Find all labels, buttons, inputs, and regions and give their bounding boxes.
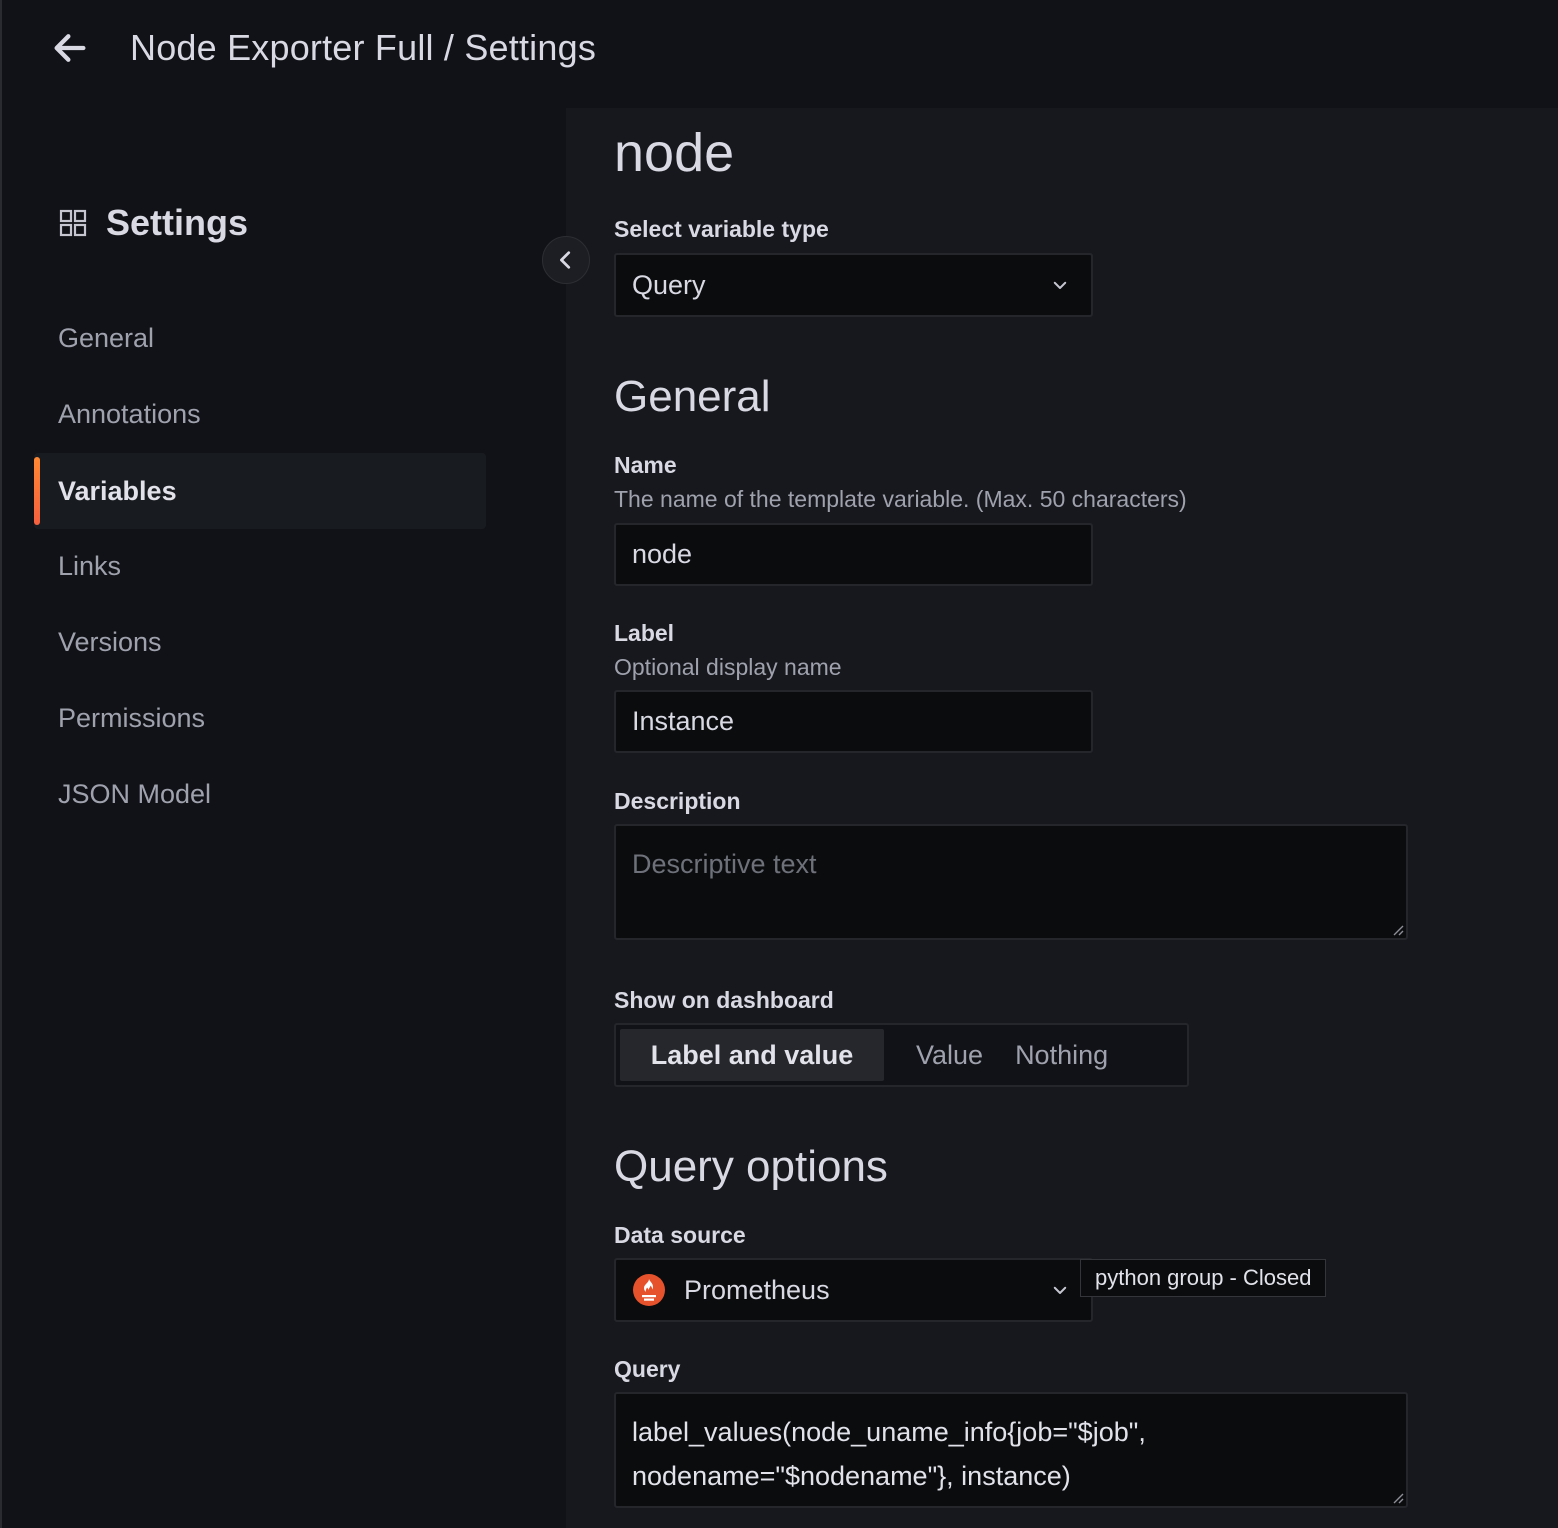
sidebar-item-label: General — [58, 322, 155, 353]
sidebar-heading: Settings — [58, 202, 248, 244]
description-label: Description — [614, 788, 741, 814]
data-source-label: Data source — [614, 1222, 746, 1248]
prometheus-icon — [633, 1274, 665, 1306]
general-section-title: General — [614, 372, 771, 421]
data-source-tooltip: python group - Closed — [1080, 1259, 1327, 1297]
name-label: Name — [614, 452, 677, 478]
variable-type-value: Query — [632, 269, 706, 300]
page-title: Node Exporter Full / Settings — [130, 27, 597, 68]
settings-sidebar: Settings General Annotations Variables L… — [2, 108, 566, 1528]
show-option-value[interactable]: Value — [884, 1029, 1015, 1081]
sidebar-item-general[interactable]: General — [34, 300, 486, 376]
show-on-dashboard-label: Show on dashboard — [614, 987, 834, 1013]
variable-editor: node Select variable type Query General … — [566, 108, 1558, 1528]
label-label: Label — [614, 620, 675, 646]
query-line-2: nodename="$nodename"}, instance) — [632, 1461, 1071, 1491]
resize-grip-icon[interactable] — [1390, 922, 1404, 936]
sidebar-item-variables[interactable]: Variables — [34, 453, 486, 529]
name-input[interactable]: node — [614, 523, 1093, 586]
description-textarea[interactable]: Descriptive text — [614, 824, 1408, 940]
resize-grip-icon[interactable] — [1390, 1490, 1404, 1504]
sidebar-item-label: Links — [58, 550, 122, 581]
back-button[interactable] — [46, 24, 94, 72]
variable-type-label: Select variable type — [614, 216, 829, 242]
sidebar-item-label: JSON Model — [58, 778, 212, 809]
sidebar-item-label: Versions — [58, 626, 162, 657]
chevron-down-icon — [1053, 1286, 1067, 1294]
query-line-1: label_values(node_uname_info{job="$job", — [632, 1417, 1146, 1447]
name-description: The name of the template variable. (Max.… — [614, 486, 1187, 512]
sidebar-item-label: Permissions — [58, 702, 206, 733]
show-on-dashboard-radio-group: Label and value Value Nothing — [614, 1023, 1189, 1087]
page-header: Node Exporter Full / Settings — [2, 0, 1558, 108]
data-source-value: Prometheus — [684, 1274, 830, 1305]
sidebar-item-annotations[interactable]: Annotations — [34, 376, 486, 452]
label-input[interactable]: Instance — [614, 690, 1093, 753]
data-source-select[interactable]: Prometheus — [614, 1258, 1093, 1322]
query-textarea[interactable]: label_values(node_uname_info{job="$job",… — [614, 1392, 1408, 1508]
show-option-nothing[interactable]: Nothing — [1015, 1029, 1140, 1081]
sidebar-item-label: Variables — [58, 475, 177, 506]
description-placeholder: Descriptive text — [632, 849, 817, 879]
name-input-value: node — [632, 539, 693, 569]
chevron-down-icon — [1053, 281, 1067, 289]
chevron-left-icon — [560, 251, 571, 269]
apps-grid-icon — [59, 209, 87, 237]
sidebar-item-label: Annotations — [58, 398, 201, 429]
sidebar-item-links[interactable]: Links — [34, 528, 486, 604]
query-label: Query — [614, 1356, 681, 1382]
sidebar-item-versions[interactable]: Versions — [34, 604, 486, 680]
arrow-left-icon — [54, 34, 86, 62]
label-description: Optional display name — [614, 654, 842, 680]
collapse-sidebar-button[interactable] — [542, 236, 590, 284]
sidebar-item-permissions[interactable]: Permissions — [34, 680, 486, 756]
query-options-section-title: Query options — [614, 1142, 888, 1191]
app-window: Node Exporter Full / Settings Settings G… — [0, 0, 1558, 1528]
variable-type-select[interactable]: Query — [614, 253, 1093, 317]
show-option-label-and-value[interactable]: Label and value — [620, 1029, 884, 1081]
variable-title: node — [614, 123, 735, 183]
sidebar-item-json-model[interactable]: JSON Model — [34, 756, 486, 832]
label-input-value: Instance — [632, 706, 735, 736]
sidebar-heading-label: Settings — [106, 202, 249, 243]
